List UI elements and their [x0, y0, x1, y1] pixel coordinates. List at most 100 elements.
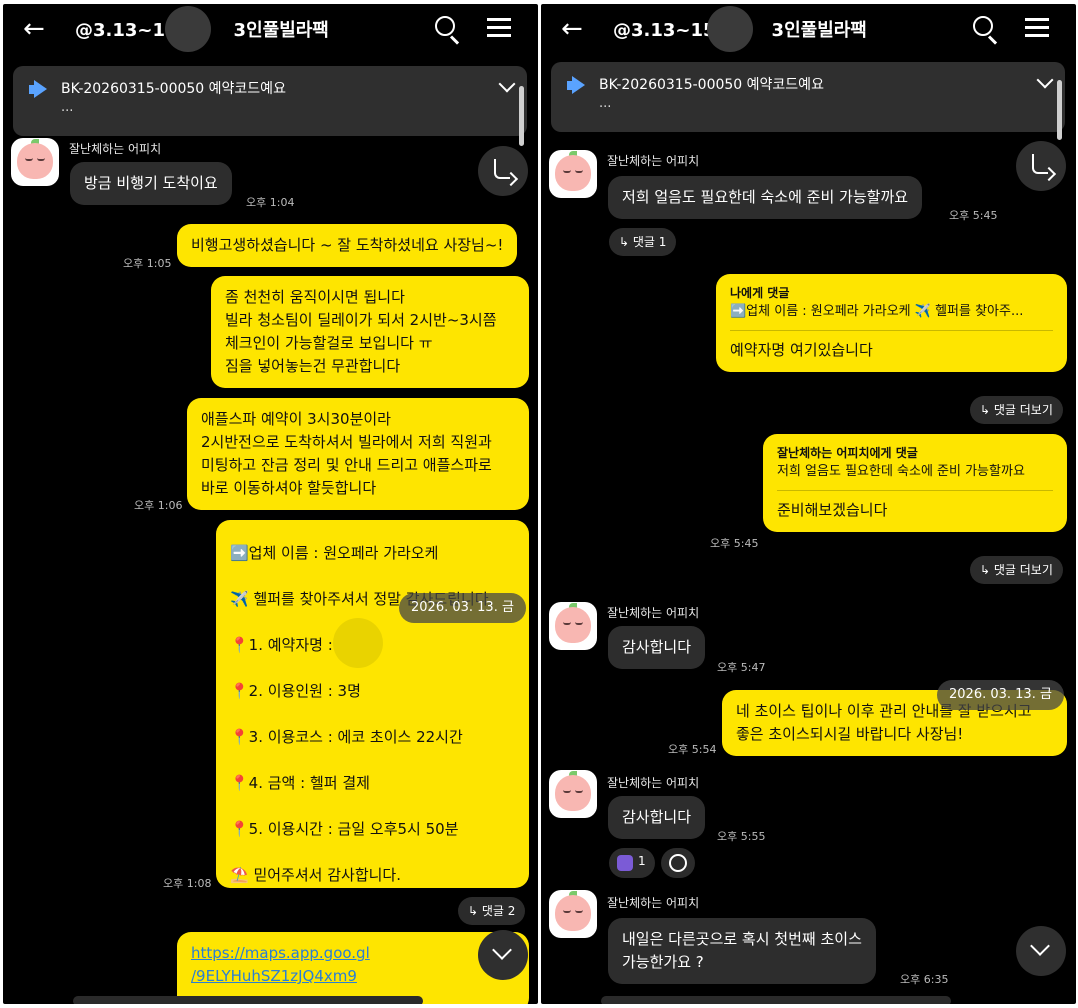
sender-name: 잘난체하는 어피치 — [607, 776, 700, 790]
reply-count-button[interactable]: ↳ 댓글 1 — [609, 228, 677, 256]
chevron-down-icon — [1030, 936, 1050, 956]
top-bar: ← @3.13~15 3인풀빌라팩 — [3, 4, 538, 56]
notice-subtext: ... — [61, 100, 74, 115]
blurred-name — [333, 618, 383, 668]
avatar[interactable] — [11, 138, 59, 186]
menu-icon[interactable] — [487, 18, 511, 38]
message-time: 오후 5:47 — [717, 661, 766, 674]
message-line: 체크인이 가능할걸로 보입니다 ㅠ — [225, 334, 433, 352]
chevron-down-icon — [492, 940, 512, 960]
message-time: 오후 5:45 — [949, 209, 998, 222]
notice-subtext: ... — [599, 96, 612, 111]
notice-text: BK-20260315-00050 예약코드예요 — [61, 81, 286, 97]
scrollbar[interactable] — [1057, 80, 1062, 140]
megaphone-icon — [567, 76, 587, 96]
emoji-add-icon — [669, 854, 687, 872]
scrollbar[interactable] — [519, 86, 524, 146]
search-icon[interactable] — [973, 16, 999, 45]
message-bubble[interactable]: 내일은 다른곳으로 혹시 첫번째 초이스 가능한가요 ? — [608, 918, 876, 984]
message-time: 오후 1:04 — [246, 196, 295, 209]
blurred-avatar — [707, 6, 753, 52]
reply-label: 나에게 댓글 — [730, 286, 790, 300]
message-bubble[interactable]: 좀 천천히 움직이시면 됩니다 빌라 청소팀이 딜레이가 되서 2시반~3시쯤 … — [211, 276, 529, 388]
map-link[interactable]: https://maps.app.goo.gl — [191, 942, 515, 965]
add-reaction-button[interactable] — [661, 848, 695, 878]
message-bubble[interactable]: 감사합니다 — [608, 626, 706, 669]
avatar[interactable] — [549, 890, 597, 938]
message-time: 오후 5:54 — [668, 743, 717, 756]
share-icon — [1032, 154, 1048, 174]
sender-name: 잘난체하는 어피치 — [69, 142, 162, 156]
share-button[interactable] — [478, 146, 528, 196]
reply-icon: ↳ — [468, 904, 482, 918]
share-button[interactable] — [1016, 141, 1066, 191]
reply-label: 잘난체하는 어피치에게 댓글 — [777, 446, 918, 460]
scroll-down-button[interactable] — [478, 930, 528, 980]
avatar[interactable] — [549, 150, 597, 198]
message-line: 📍3. 이용코스 : 에코 초이스 22시간 — [230, 728, 463, 746]
message-line: 바로 이동하셔야 할듯합니다 — [201, 479, 377, 497]
message-bubble[interactable]: ➡️업체 이름 : 원오페라 가라오케 ✈️ 헬퍼를 찾아주셔서 정말 감사드립… — [216, 520, 529, 888]
message-time: 오후 5:45 — [710, 537, 759, 550]
chat-panel-left: ← @3.13~15 3인풀빌라팩 BK-20260315-00050 예약코드예… — [3, 4, 538, 1004]
message-line: 📍4. 금액 : 헬퍼 결제 — [230, 774, 370, 792]
divider — [777, 490, 1053, 491]
sender-name: 잘난체하는 어피치 — [607, 606, 700, 620]
reply-count-button[interactable]: ↳ 댓글 2 — [458, 897, 526, 925]
date-pill: 2026. 03. 13. 금 — [399, 593, 526, 623]
message-time: 오후 1:08 — [163, 877, 212, 890]
message-line: 📍2. 이용인원 : 3명 — [230, 682, 361, 700]
message-line: 준비해보겠습니다 — [777, 501, 888, 519]
date-pill: 2026. 03. 13. 금 — [937, 680, 1064, 710]
back-arrow-icon[interactable]: ← — [561, 14, 583, 44]
message-time: 오후 1:05 — [123, 257, 172, 270]
message-line: 짐을 넣어놓는건 무관합니다 — [225, 357, 401, 375]
message-bubble[interactable]: 비행고생하셨습니다 ~ 잘 도착하셨네요 사장님~! — [177, 224, 518, 267]
notice-text: BK-20260315-00050 예약코드예요 — [599, 77, 824, 93]
notice-banner[interactable]: BK-20260315-00050 예약코드예요 ... — [551, 62, 1065, 132]
more-replies-button[interactable]: ↳ 댓글 더보기 — [970, 396, 1063, 424]
message-bubble[interactable]: 애플스파 예약이 3시30분이라 2시반전으로 도착하셔서 빌라에서 저희 직원… — [187, 398, 529, 510]
reply-quote: 저희 얼음도 필요한데 숙소에 준비 가능할까요 — [777, 464, 1025, 479]
message-input[interactable] — [73, 996, 423, 1004]
message-line: 내일은 다른곳으로 혹시 첫번째 초이스 — [622, 930, 862, 948]
top-bar: ← @3.13~15 3인풀빌라팩 — [541, 4, 1076, 56]
message-line: 좀 천천히 움직이시면 됩니다 — [225, 288, 405, 306]
reaction-like[interactable]: 1 — [609, 848, 655, 878]
reply-icon: ↳ — [980, 563, 994, 577]
menu-icon[interactable] — [1025, 18, 1049, 38]
more-replies-button[interactable]: ↳ 댓글 더보기 — [970, 556, 1063, 584]
sender-name: 잘난체하는 어피치 — [607, 154, 700, 168]
blurred-avatar — [165, 6, 211, 52]
message-line: 예약자명 여기있습니다 — [730, 341, 873, 359]
message-time: 오후 6:35 — [900, 973, 949, 986]
like-icon — [617, 855, 633, 871]
message-time: 오후 1:06 — [134, 499, 183, 512]
message-bubble[interactable]: 저희 얼음도 필요한데 숙소에 준비 가능할까요 — [608, 176, 923, 219]
chat-panel-right: ← @3.13~15 3인풀빌라팩 BK-20260315-00050 예약코드예… — [541, 4, 1076, 1004]
message-line: 좋은 초이스되시길 바랍니다 사장님! — [736, 725, 964, 743]
chevron-down-icon[interactable] — [1036, 71, 1054, 89]
notice-banner[interactable]: BK-20260315-00050 예약코드예요 ... — [13, 66, 527, 136]
avatar[interactable] — [549, 770, 597, 818]
search-icon[interactable] — [435, 16, 461, 45]
message-bubble[interactable]: https://maps.app.goo.gl /9ELYHuhSZ1zJQ4x… — [177, 932, 529, 1004]
message-time: 오후 5:55 — [717, 830, 766, 843]
message-input[interactable] — [601, 996, 951, 1004]
message-bubble[interactable]: 방금 비행기 도착이요 — [70, 162, 232, 205]
sender-name: 잘난체하는 어피치 — [607, 896, 700, 910]
reply-bubble[interactable]: 나에게 댓글 ➡️업체 이름 : 원오페라 가라오케 ✈️ 헬퍼를 찾아주...… — [716, 274, 1067, 372]
map-link[interactable]: /9ELYHuhSZ1zJQ4xm9 — [191, 965, 515, 988]
chevron-down-icon[interactable] — [498, 75, 516, 93]
back-arrow-icon[interactable]: ← — [23, 14, 45, 44]
message-line: ⛱️ 믿어주셔서 감사합니다. — [230, 866, 401, 884]
message-line: 미팅하고 잔금 정리 및 안내 드리고 애플스파로 — [201, 456, 492, 474]
share-icon — [494, 159, 510, 179]
reply-icon: ↳ — [619, 235, 633, 249]
message-line: 2시반전으로 도착하셔서 빌라에서 저희 직원과 — [201, 433, 492, 451]
message-bubble[interactable]: 감사합니다 — [608, 796, 706, 839]
scroll-down-button[interactable] — [1016, 926, 1066, 976]
avatar[interactable] — [549, 602, 597, 650]
message-line: ➡️업체 이름 : 원오페라 가라오케 — [230, 544, 439, 562]
reply-bubble[interactable]: 잘난체하는 어피치에게 댓글 저희 얼음도 필요한데 숙소에 준비 가능할까요 … — [763, 434, 1067, 532]
